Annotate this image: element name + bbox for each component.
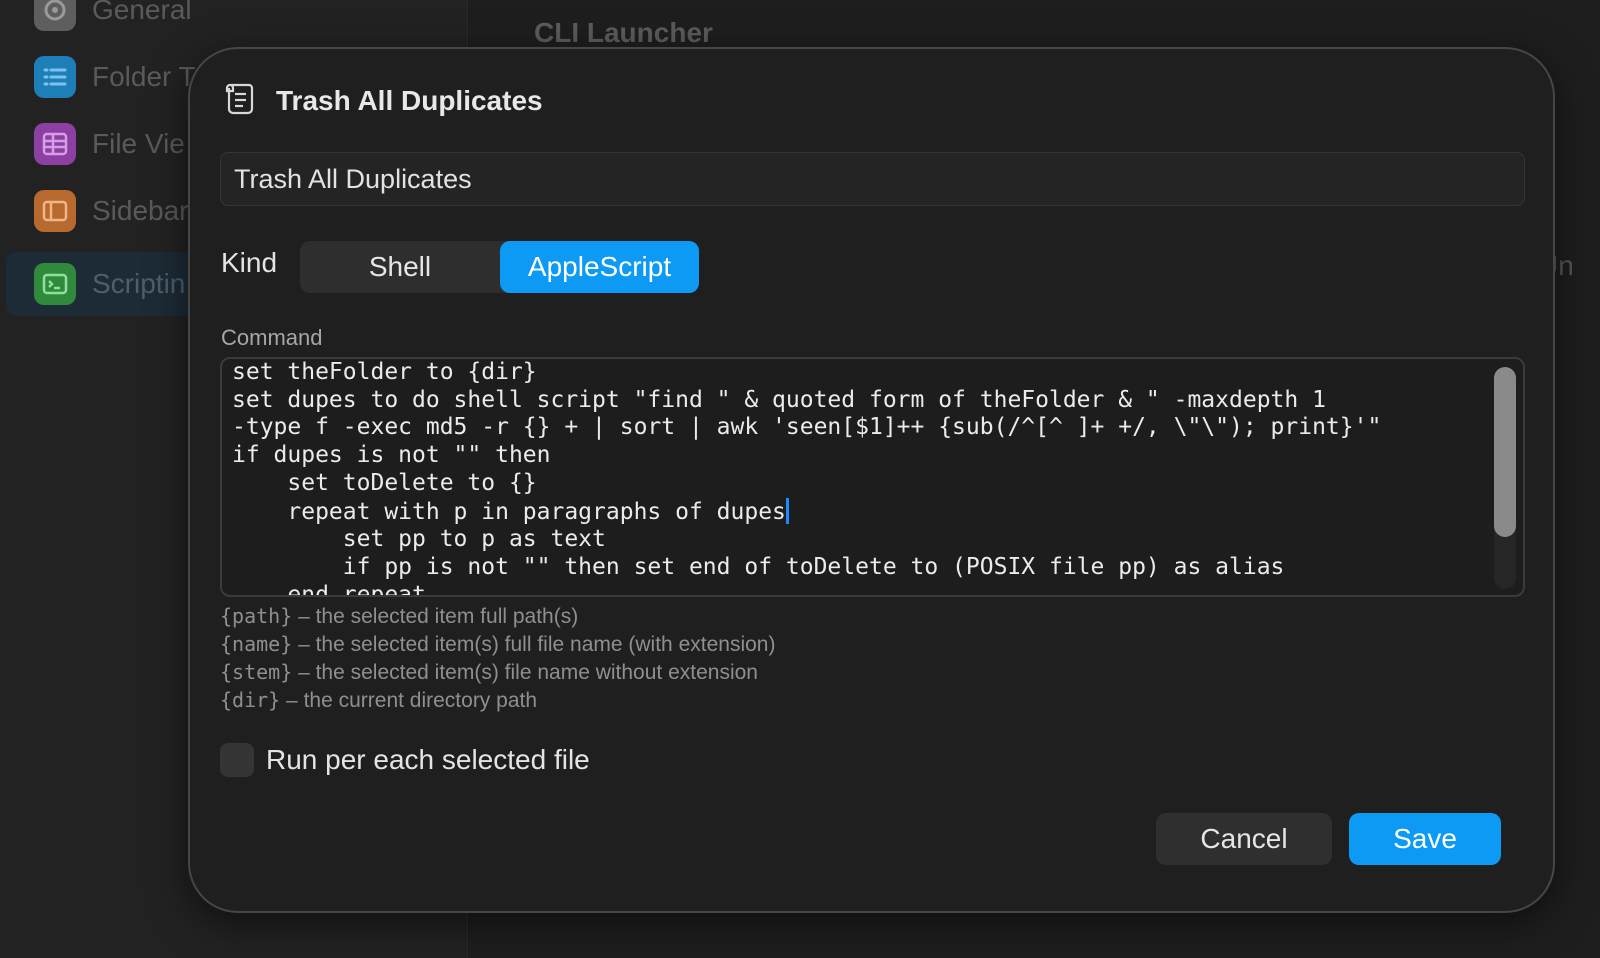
hint-text: – the current directory path [280, 689, 538, 712]
sidebar-item-label: Folder T [92, 61, 196, 92]
sidebar-item-label: File Vie [92, 128, 185, 159]
hint-text: – the selected item(s) full file name (w… [292, 633, 776, 656]
run-per-file-label: Run per each selected file [266, 744, 590, 775]
command-code: set theFolder to {dir} set dupes to do sh… [232, 359, 1472, 597]
section-title: CLI Launcher [534, 17, 713, 48]
hint-dir: {dir} – the current directory path [220, 686, 775, 714]
kind-option-shell[interactable]: Shell [300, 241, 500, 293]
sheet-title: Trash All Duplicates [276, 85, 543, 116]
hint-token: {path} [220, 604, 293, 628]
code-line: if pp is not "" then set end of toDelete… [232, 553, 1285, 580]
sidebar-item-general[interactable]: General [0, 0, 468, 42]
scrollbar-thumb[interactable] [1494, 367, 1516, 537]
editor-scrollbar[interactable] [1494, 367, 1516, 589]
hint-token: {stem} [220, 660, 293, 684]
hint-token: {dir} [220, 688, 281, 712]
run-per-file-checkbox[interactable] [220, 743, 254, 777]
hint-token: {name} [220, 632, 293, 656]
sidebar-item-label: Sidebar [92, 195, 189, 226]
code-line: set toDelete to {} [232, 469, 537, 496]
sidebar-item-label: Scriptin [92, 268, 186, 299]
command-name-input[interactable] [220, 152, 1525, 206]
code-line: set dupes to do shell script "find " & q… [232, 386, 1326, 413]
hint-path: {path} – the selected item full path(s) [220, 602, 775, 630]
code-line: set pp to p as text [232, 526, 606, 553]
hint-name: {name} – the selected item(s) full file … [220, 630, 775, 658]
list-icon [34, 56, 76, 98]
edit-command-sheet: Trash All Duplicates Kind Shell AppleScr… [188, 47, 1555, 913]
table-icon [34, 123, 76, 165]
placeholder-hints: {path} – the selected item full path(s) … [220, 602, 775, 714]
kind-segmented-control: Shell AppleScript [300, 241, 699, 293]
code-line-with-caret: repeat with p in paragraphs of dupes [232, 497, 1472, 527]
scroll-icon [224, 82, 256, 121]
sidebar-icon [34, 190, 76, 232]
kind-option-applescript[interactable]: AppleScript [500, 241, 699, 293]
terminal-icon [34, 263, 76, 305]
code-line: -type f -exec md5 -r {} + | sort | awk '… [232, 414, 1382, 441]
code-line: repeat with p in paragraphs of dupes [232, 498, 786, 525]
code-line: if dupes is not "" then [232, 442, 551, 469]
code-line: set theFolder to {dir} [232, 359, 537, 385]
code-line: end repeat [232, 581, 426, 597]
command-label: Command [221, 325, 323, 350]
text-caret [785, 497, 789, 524]
run-per-file-row: Run per each selected file [220, 743, 590, 777]
command-editor[interactable]: set theFolder to {dir} set dupes to do sh… [220, 357, 1525, 597]
hint-text: – the selected item full path(s) [292, 605, 579, 628]
sheet-header: Trash All Duplicates [224, 83, 543, 119]
hint-text: – the selected item(s) file name without… [292, 661, 758, 684]
hint-stem: {stem} – the selected item(s) file name … [220, 658, 775, 686]
kind-label: Kind [221, 247, 278, 278]
sidebar-item-label: General [92, 0, 192, 25]
gear-icon [34, 0, 76, 31]
cancel-button[interactable]: Cancel [1156, 813, 1332, 865]
save-button[interactable]: Save [1349, 813, 1501, 865]
